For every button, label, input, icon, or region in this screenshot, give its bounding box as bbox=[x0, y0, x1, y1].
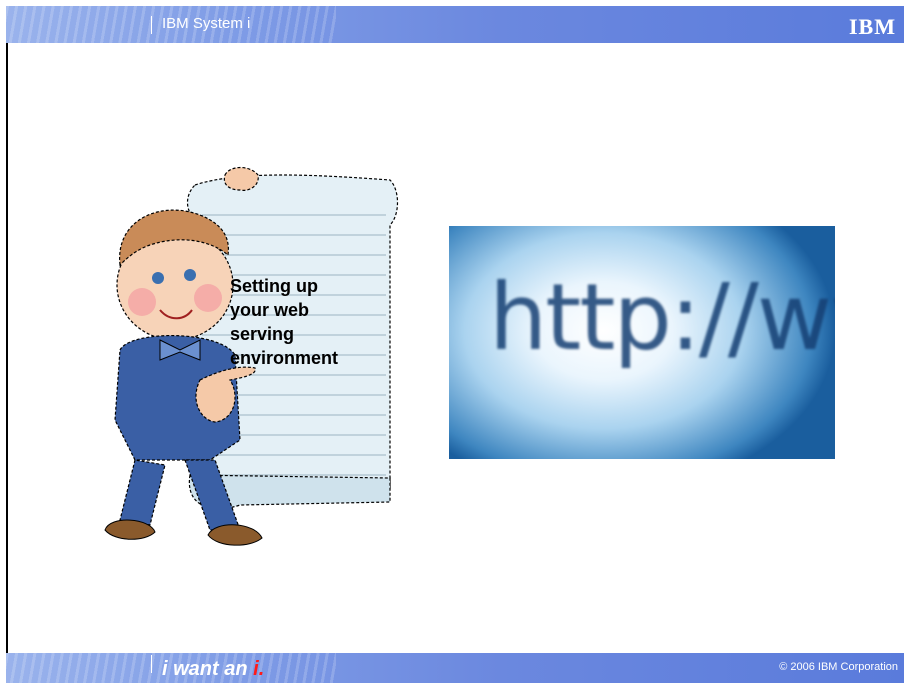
scroll-heading: Setting up your web serving environment bbox=[230, 276, 339, 368]
http-url-photo: http://www bbox=[449, 226, 835, 459]
header-title: IBM System i bbox=[162, 15, 251, 32]
top-hand bbox=[223, 166, 259, 191]
tagline-end: . bbox=[258, 658, 265, 680]
boy-cheek-right bbox=[194, 284, 222, 312]
ibm-logo: IBM bbox=[849, 14, 896, 40]
footer-bar: i want an i. © 2006 IBM Corporation bbox=[6, 653, 904, 683]
boy-cheek-left bbox=[128, 288, 156, 316]
boy-shoe-right bbox=[207, 524, 263, 546]
header-divider bbox=[151, 16, 152, 34]
boy-eye-left bbox=[152, 272, 164, 284]
slide: IBM System i IBM Setting up your web ser… bbox=[0, 0, 904, 683]
tagline-main: i want an bbox=[162, 658, 254, 680]
boy-eye-right bbox=[184, 269, 196, 281]
copyright-text: © 2006 IBM Corporation bbox=[779, 661, 898, 673]
footer-divider bbox=[151, 655, 152, 673]
url-text: http://www bbox=[489, 264, 835, 371]
footer-tagline: i want an i. bbox=[162, 658, 264, 681]
boy-leg-left bbox=[119, 459, 166, 526]
ibm-logo-text: IBM bbox=[849, 14, 896, 39]
header-bar: IBM System i IBM bbox=[6, 6, 904, 43]
left-rule bbox=[6, 43, 8, 653]
